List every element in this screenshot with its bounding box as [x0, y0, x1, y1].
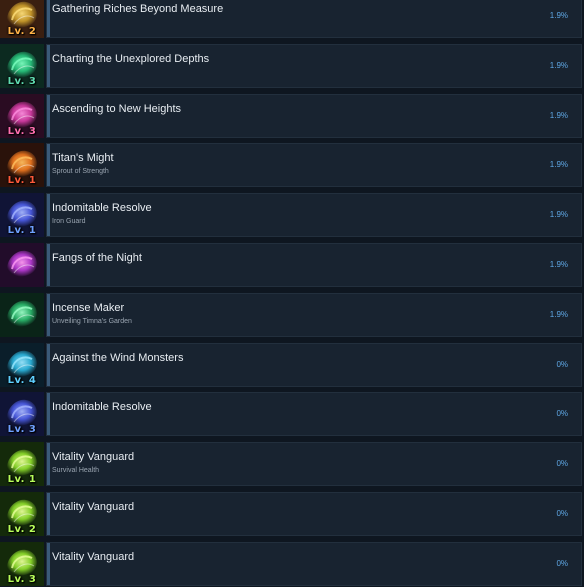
achievement-subtitle: Sprout of Strength [52, 168, 109, 176]
achievement-badge: Lv. 1 [0, 143, 44, 188]
achievement-badge: Lv. 3 [0, 43, 44, 88]
level-label: Lv. 3 [7, 573, 37, 585]
achievement-row[interactable]: Lv. 2 Gathering Riches Beyond Measure 1.9% [0, 0, 584, 38]
achievement-panel: Against the Wind Monsters 0% [46, 342, 582, 387]
achievement-title: Titan's Might [52, 152, 114, 165]
achievement-title: Vitality Vanguard [52, 451, 135, 464]
achievement-badge [0, 292, 44, 337]
achievement-title: Indomitable Resolve [52, 401, 152, 414]
level-label: Lv. 3 [7, 125, 37, 137]
achievement-row[interactable]: Lv. 4 Against the Wind Monsters 0% [0, 342, 584, 387]
unlock-percentage: 0% [556, 409, 568, 419]
unlock-percentage: 1.9% [549, 60, 568, 70]
achievement-badge: Lv. 3 [0, 93, 44, 138]
panel-accent-bar [47, 393, 50, 436]
achievement-row[interactable]: Fangs of the Night 1.9% [0, 243, 584, 287]
achievement-row[interactable]: Lv. 1 Indomitable Resolve Iron Guard 1.9% [0, 193, 584, 238]
achievement-panel: Indomitable Resolve 0% [46, 392, 582, 437]
unlock-percentage: 0% [556, 459, 568, 469]
achievement-badge: Lv. 3 [0, 541, 44, 586]
level-label: Lv. 4 [7, 374, 37, 386]
achievement-panel: Fangs of the Night 1.9% [46, 243, 582, 287]
achievement-panel: Ascending to New Heights 1.9% [46, 93, 582, 138]
level-label: Lv. 1 [7, 474, 37, 486]
level-label: Lv. 1 [7, 175, 37, 187]
level-label: Lv. 3 [7, 424, 37, 436]
achievement-badge [0, 243, 44, 287]
level-label: Lv. 2 [7, 26, 37, 37]
unlock-percentage: 1.9% [549, 110, 568, 120]
achievement-badge: Lv. 1 [0, 193, 44, 238]
achievement-title: Indomitable Resolve [52, 202, 152, 215]
achievement-title: Charting the Unexplored Depths [52, 52, 210, 65]
achievement-row[interactable]: Lv. 2 Vitality Vanguard 0% [0, 492, 584, 536]
achievement-row[interactable]: Lv. 1 Vitality Vanguard Survival Health 0% [0, 442, 584, 487]
unlock-percentage: 1.9% [549, 210, 568, 220]
achievement-subtitle: Survival Health [52, 467, 100, 475]
purple-fang-icon [0, 243, 44, 287]
level-label: Lv. 3 [7, 75, 37, 87]
achievement-panel: Charting the Unexplored Depths 1.9% [46, 43, 582, 88]
achievement-row[interactable]: Incense Maker Unveiling Timna's Garden 1.9… [0, 292, 584, 337]
level-label: Lv. 1 [7, 225, 37, 237]
unlock-percentage: 1.9% [549, 309, 568, 319]
level-label: Lv. 2 [7, 524, 37, 535]
achievement-title: Ascending to New Heights [52, 102, 182, 115]
achievement-title: Incense Maker [52, 301, 125, 314]
achievement-panel: Vitality Vanguard 0% [46, 492, 582, 536]
achievement-subtitle: Unveiling Timna's Garden [52, 317, 132, 325]
panel-accent-bar [47, 94, 50, 137]
achievement-row[interactable]: Lv. 3 Indomitable Resolve 0% [0, 392, 584, 437]
achievement-badge: Lv. 2 [0, 492, 44, 536]
achievement-title: Vitality Vanguard [52, 550, 135, 563]
achievement-panel: Incense Maker Unveiling Timna's Garden 1.9… [46, 292, 582, 337]
panel-accent-bar [47, 0, 50, 37]
panel-accent-bar [47, 194, 50, 237]
unlock-percentage: 0% [556, 558, 568, 568]
achievement-row[interactable]: Lv. 1 Titan's Might Sprout of Strength 1.9% [0, 143, 584, 188]
achievement-panel: Vitality Vanguard 0% [46, 541, 582, 586]
green-leaf-icon [0, 292, 44, 337]
achievement-panel: Vitality Vanguard Survival Health 0% [46, 442, 582, 487]
achievement-panel: Titan's Might Sprout of Strength 1.9% [46, 143, 582, 188]
panel-accent-bar [47, 542, 50, 585]
achievement-list: Lv. 2 Gathering Riches Beyond Measure 1.9%… [0, 0, 584, 587]
panel-accent-bar [47, 493, 50, 535]
unlock-percentage: 1.9% [549, 160, 568, 170]
panel-accent-bar [47, 443, 50, 486]
achievement-row[interactable]: Lv. 3 Vitality Vanguard 0% [0, 541, 584, 586]
achievement-title: Vitality Vanguard [52, 501, 135, 513]
panel-accent-bar [47, 144, 50, 187]
achievement-panel: Indomitable Resolve Iron Guard 1.9% [46, 193, 582, 238]
achievement-badge: Lv. 3 [0, 392, 44, 437]
achievement-panel: Gathering Riches Beyond Measure 1.9% [46, 0, 582, 38]
achievement-row[interactable]: Lv. 3 Charting the Unexplored Depths 1.9% [0, 43, 584, 88]
achievement-subtitle: Iron Guard [52, 218, 86, 226]
achievement-row[interactable]: Lv. 3 Ascending to New Heights 1.9% [0, 93, 584, 138]
achievement-title: Gathering Riches Beyond Measure [52, 3, 224, 15]
achievement-badge: Lv. 2 [0, 0, 44, 38]
panel-accent-bar [47, 343, 50, 386]
achievement-badge: Lv. 4 [0, 342, 44, 387]
panel-accent-bar [47, 244, 50, 286]
unlock-percentage: 0% [556, 359, 568, 369]
achievement-badge: Lv. 1 [0, 442, 44, 487]
unlock-percentage: 1.9% [549, 260, 568, 269]
panel-accent-bar [47, 293, 50, 336]
achievement-title: Against the Wind Monsters [52, 351, 184, 364]
achievement-title: Fangs of the Night [52, 252, 142, 264]
unlock-percentage: 0% [556, 509, 568, 518]
unlock-percentage: 1.9% [549, 11, 568, 20]
panel-accent-bar [47, 44, 50, 87]
